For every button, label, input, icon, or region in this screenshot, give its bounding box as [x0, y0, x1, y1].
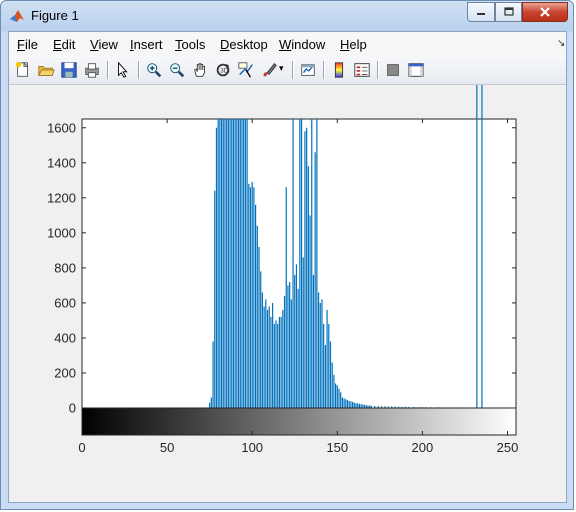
open-file-button[interactable]: [36, 60, 56, 80]
y-tick-label: 400: [54, 330, 76, 345]
x-tick-label: 0: [78, 440, 85, 455]
menu-file-mnemonic: F: [17, 37, 25, 52]
matlab-logo-icon: [10, 10, 24, 22]
menu-help-label: elp: [349, 37, 367, 52]
menu-window[interactable]: Window: [279, 37, 325, 52]
data-cursor-button[interactable]: [236, 60, 256, 80]
zoom-out-icon: [170, 63, 185, 78]
menu-view-label: iew: [98, 37, 118, 52]
minimize-icon: [477, 13, 485, 15]
menu-edit-label: dit: [61, 37, 76, 52]
hide-plot-tools-icon: [387, 64, 399, 76]
insert-colorbar-icon: [334, 62, 344, 78]
save-button[interactable]: [59, 60, 79, 80]
x-tick-label: 50: [160, 440, 174, 455]
brush-button[interactable]: [259, 60, 279, 80]
dock-arrow-icon[interactable]: ↘: [557, 38, 565, 49]
title-bar[interactable]: Figure 1: [1, 1, 573, 31]
x-tick-label: 250: [497, 440, 519, 455]
zoom-in-button[interactable]: [144, 60, 164, 80]
data-cursor-icon: [238, 62, 253, 78]
menu-file-label: ile: [24, 37, 38, 52]
maximize-icon: [503, 7, 514, 16]
menu-help[interactable]: Help: [340, 37, 367, 52]
menu-edit-mnemonic: E: [53, 37, 62, 52]
brush-icon: [263, 63, 277, 77]
close-button[interactable]: [522, 2, 568, 22]
grayscale-colorbar: [81, 407, 517, 436]
toolbar-separator: [323, 61, 325, 79]
x-tick-label: 200: [412, 440, 434, 455]
show-plot-tools-icon: [408, 63, 424, 77]
maximize-button[interactable]: [495, 2, 522, 22]
toolbar-separator: [107, 61, 109, 79]
svg-text:3D: 3D: [220, 68, 229, 75]
brush-dropdown-icon[interactable]: ▾: [279, 63, 284, 74]
link-plot-icon: [301, 64, 315, 76]
window-title: Figure 1: [31, 8, 79, 23]
figure-window: Figure 1 ↘ File Edit View Insert Tools Deskto…: [0, 0, 574, 510]
axes-background: [81, 118, 517, 436]
rotate-3d-button[interactable]: 3D: [213, 60, 233, 80]
y-tick-label: 1000: [47, 225, 76, 240]
menu-desktop[interactable]: Desktop: [220, 37, 268, 52]
menu-help-mnemonic: H: [340, 37, 350, 52]
y-tick-label: 1400: [47, 155, 76, 170]
y-tick-label: 600: [54, 295, 76, 310]
insert-legend-icon: [354, 63, 370, 77]
edit-plot-arrow-button[interactable]: [113, 60, 133, 80]
menu-desktop-label: esktop: [229, 37, 268, 52]
edit-plot-arrow-icon: [118, 61, 128, 78]
menu-insert-label: nsert: [133, 37, 163, 52]
new-figure-icon: [15, 61, 29, 77]
y-tick-label: 0: [69, 401, 76, 416]
toolbar-separator: [377, 61, 379, 79]
figure-toolbar: 3D ▾: [9, 56, 566, 85]
zoom-out-button[interactable]: [167, 60, 187, 80]
print-button[interactable]: [82, 60, 102, 80]
y-tick-label: 1200: [47, 190, 76, 205]
pan-hand-icon: [194, 63, 205, 77]
menu-tools-label: ools: [181, 37, 206, 52]
menu-desktop-mnemonic: D: [220, 37, 230, 52]
x-tick-label: 150: [326, 440, 348, 455]
minimize-button[interactable]: [467, 2, 495, 22]
menu-bar: ↘ File Edit View Insert Tools Desktop Window He…: [9, 32, 566, 56]
menu-view[interactable]: View: [90, 37, 118, 52]
menu-window-label: indow: [291, 37, 326, 52]
menu-edit[interactable]: Edit: [53, 37, 75, 52]
toolbar-separator: [292, 61, 294, 79]
toolbar-separator: [138, 61, 140, 79]
new-figure-button[interactable]: [13, 60, 33, 80]
show-plot-tools-button[interactable]: [406, 60, 426, 80]
zoom-in-icon: [147, 63, 162, 78]
print-icon: [85, 63, 99, 78]
figure-canvas: 0 200 400 600 800 1000 1200 1400 1600 0 50 100 150 2…: [9, 85, 566, 502]
open-file-icon: [38, 65, 55, 76]
insert-legend-button[interactable]: [352, 60, 372, 80]
rotate-3d-icon: 3D: [216, 63, 230, 77]
menu-insert[interactable]: Insert: [130, 37, 163, 52]
figure-client-area: ↘ File Edit View Insert Tools Desktop Window He…: [8, 31, 567, 503]
y-tick-label: 200: [54, 365, 76, 380]
y-tick-label: 1600: [47, 120, 76, 135]
menu-window-mnemonic: W: [279, 37, 292, 52]
histogram-chart: 0 200 400 600 800 1000 1200 1400 1600 0 50 100 150 2…: [47, 85, 519, 455]
link-plot-button[interactable]: [298, 60, 318, 80]
menu-file[interactable]: File: [17, 37, 38, 52]
y-tick-label: 800: [54, 260, 76, 275]
pan-hand-button[interactable]: [190, 60, 210, 80]
insert-colorbar-button[interactable]: [329, 60, 349, 80]
x-tick-label: 100: [241, 440, 263, 455]
menu-tools[interactable]: Tools: [175, 37, 205, 52]
hide-plot-tools-button[interactable]: [383, 60, 403, 80]
save-icon: [61, 62, 77, 78]
close-icon: [540, 7, 550, 17]
